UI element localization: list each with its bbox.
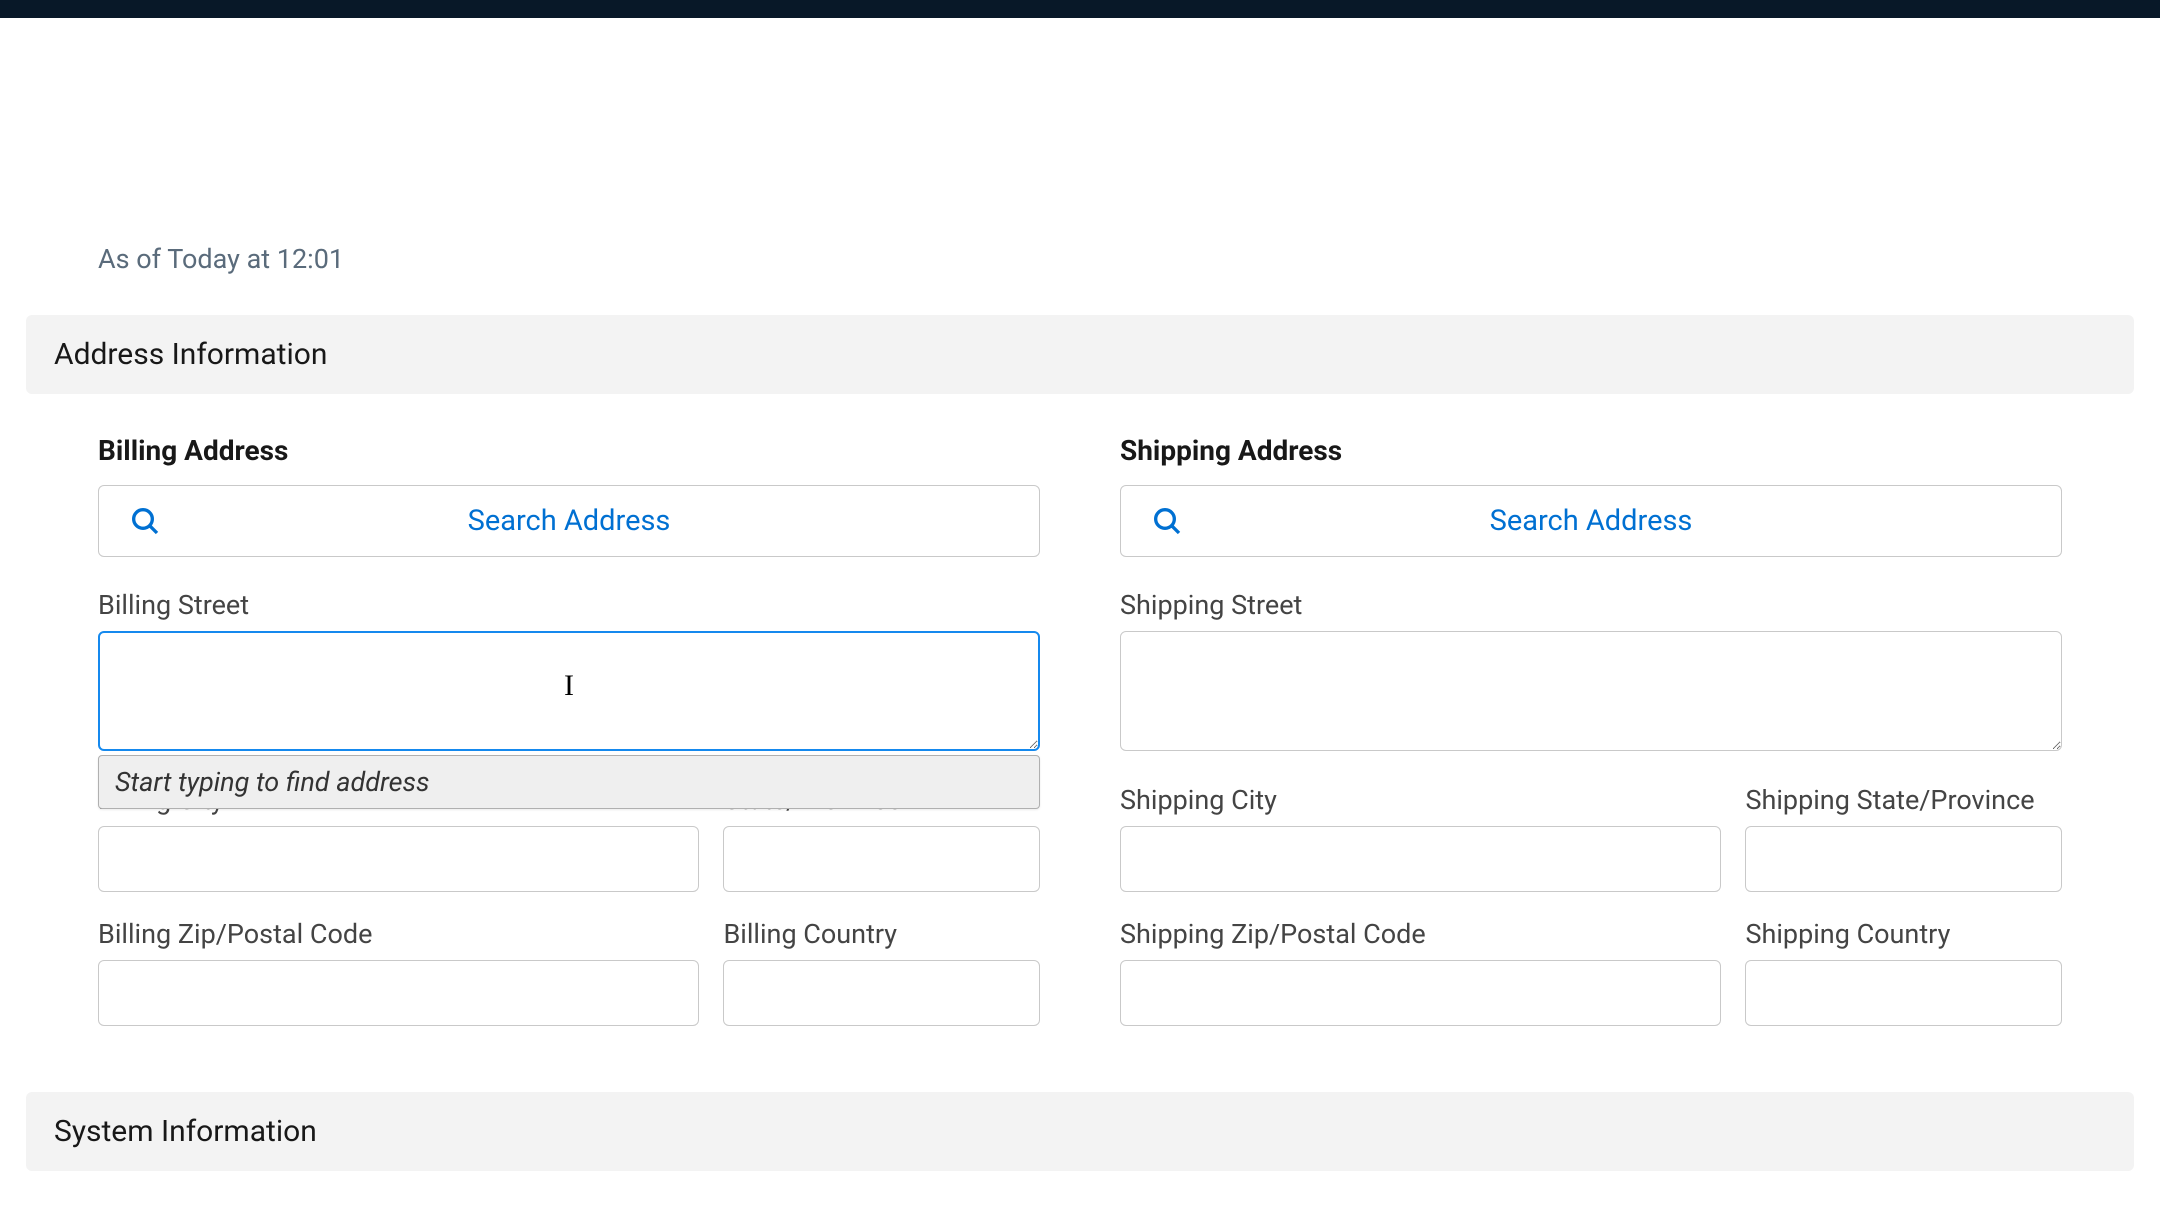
shipping-city-field: Shipping City <box>1120 784 1721 892</box>
billing-state-input[interactable] <box>723 826 1040 892</box>
shipping-zip-field: Shipping Zip/Postal Code <box>1120 918 1721 1026</box>
shipping-column: Shipping Address Search Address Shipping… <box>1120 434 2062 1052</box>
billing-search-label: Search Address <box>468 504 671 538</box>
billing-zip-field: Billing Zip/Postal Code <box>98 918 699 1026</box>
billing-street-wrap: I Start typing to find address <box>98 631 1040 758</box>
section-header-system: System Information <box>26 1092 2134 1171</box>
billing-column: Billing Address Search Address Billing S… <box>98 434 1040 1052</box>
section-address-information: Address Information <box>26 315 2134 394</box>
shipping-street-wrap <box>1120 631 2062 758</box>
billing-country-label: Billing Country <box>723 918 1040 950</box>
shipping-search-address-button[interactable]: Search Address <box>1120 485 2062 557</box>
shipping-zip-country-row: Shipping Zip/Postal Code Shipping Countr… <box>1120 918 2062 1026</box>
search-icon <box>129 505 161 537</box>
billing-address-label: Billing Address <box>98 434 1040 467</box>
billing-country-field: Billing Country <box>723 918 1040 1026</box>
timestamp-text: As of Today at 12:01 <box>98 243 344 275</box>
timestamp-area: As of Today at 12:01 <box>26 18 2134 315</box>
billing-zip-country-row: Billing Zip/Postal Code Billing Country <box>98 918 1040 1026</box>
address-columns: Billing Address Search Address Billing S… <box>98 434 2062 1052</box>
shipping-state-label: Shipping State/Province <box>1745 784 2062 816</box>
search-icon <box>1151 505 1183 537</box>
shipping-city-label: Shipping City <box>1120 784 1721 816</box>
shipping-state-input[interactable] <box>1745 826 2062 892</box>
shipping-country-field: Shipping Country <box>1745 918 2062 1026</box>
address-autocomplete-hint[interactable]: Start typing to find address <box>98 755 1040 809</box>
page-content: As of Today at 12:01 Address Information… <box>0 18 2160 1171</box>
billing-zip-label: Billing Zip/Postal Code <box>98 918 699 950</box>
billing-country-input[interactable] <box>723 960 1040 1026</box>
shipping-street-input[interactable] <box>1120 631 2062 751</box>
section-body-address: Billing Address Search Address Billing S… <box>26 406 2134 1092</box>
shipping-address-label: Shipping Address <box>1120 434 2062 467</box>
billing-search-address-button[interactable]: Search Address <box>98 485 1040 557</box>
billing-street-label: Billing Street <box>98 589 1040 621</box>
billing-city-input[interactable] <box>98 826 699 892</box>
shipping-country-input[interactable] <box>1745 960 2062 1026</box>
shipping-city-state-row: Shipping City Shipping State/Province <box>1120 784 2062 892</box>
billing-zip-input[interactable] <box>98 960 699 1026</box>
section-header-address: Address Information <box>26 315 2134 394</box>
section-system-information: System Information <box>26 1092 2134 1171</box>
app-top-bar <box>0 0 2160 18</box>
shipping-state-field: Shipping State/Province <box>1745 784 2062 892</box>
shipping-zip-input[interactable] <box>1120 960 1721 1026</box>
shipping-city-input[interactable] <box>1120 826 1721 892</box>
billing-street-input[interactable] <box>98 631 1040 751</box>
shipping-country-label: Shipping Country <box>1745 918 2062 950</box>
shipping-zip-label: Shipping Zip/Postal Code <box>1120 918 1721 950</box>
shipping-street-label: Shipping Street <box>1120 589 2062 621</box>
shipping-search-label: Search Address <box>1490 504 1693 538</box>
